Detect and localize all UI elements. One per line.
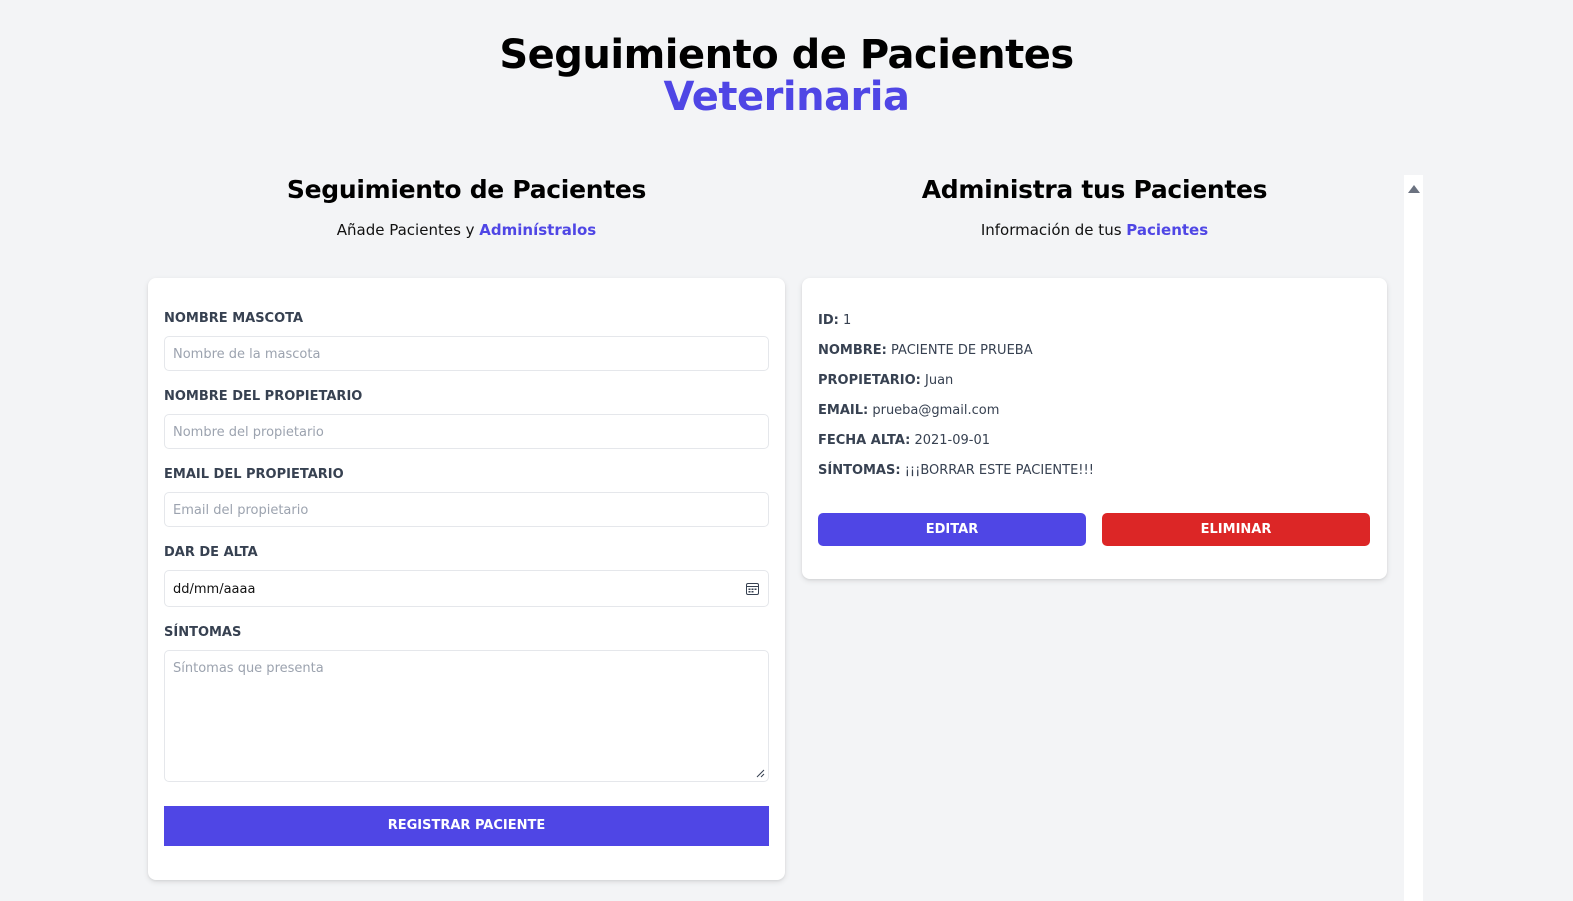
owner-name-field-group: Nombre del Propietario Nombre del propie… <box>164 389 769 449</box>
patient-date-label: Fecha Alta: <box>818 433 911 448</box>
patient-name-row: Nombre: PACIENTE DE PRUEBA <box>818 342 1371 359</box>
list-section-subtitle: Información de tus Pacientes <box>802 221 1387 239</box>
patient-name-value: PACIENTE DE PRUEBA <box>891 343 1033 358</box>
patient-id-value: 1 <box>842 313 852 328</box>
resize-grip-icon[interactable] <box>755 768 765 778</box>
page-header: Seguimiento de Pacientes Veterinaria <box>0 34 1573 118</box>
symptoms-label: Síntomas <box>164 625 242 640</box>
owner-name-input[interactable]: Nombre del propietario <box>164 414 769 449</box>
discharge-date-input[interactable]: dd/mm/aaaa <box>164 570 769 607</box>
patient-id-label: ID: <box>818 313 839 328</box>
form-section-subtitle: Añade Pacientes y Adminístralos <box>148 221 785 239</box>
symptoms-textarea[interactable]: Síntomas que presenta <box>164 650 769 782</box>
owner-email-field-group: Email del Propietario Email del propieta… <box>164 467 769 527</box>
patient-owner-label: Propietario: <box>818 373 921 388</box>
pet-name-label: Nombre Mascota <box>164 311 304 326</box>
list-section-heading: Administra tus Pacientes Información de … <box>802 175 1387 239</box>
patient-email-row: Email: prueba@gmail.com <box>818 402 1371 419</box>
owner-email-label: Email del Propietario <box>164 467 344 482</box>
page-title-accent: Veterinaria <box>663 74 910 120</box>
patient-form: Nombre Mascota Nombre de la mascota Nomb… <box>148 278 785 880</box>
pet-name-input[interactable]: Nombre de la mascota <box>164 336 769 371</box>
discharge-date-label: Dar de Alta <box>164 545 258 560</box>
pet-name-field-group: Nombre Mascota Nombre de la mascota <box>164 311 769 371</box>
form-subtitle-highlight: Adminístralos <box>479 221 597 239</box>
delete-button[interactable]: Eliminar <box>1102 513 1370 546</box>
patient-owner-value: Juan <box>925 373 954 388</box>
patient-symptoms-label: Síntomas: <box>818 463 901 478</box>
discharge-date-field-group: Dar de Alta dd/mm/aaaa <box>164 545 769 607</box>
list-scrollbar[interactable] <box>1404 175 1423 901</box>
patient-email-label: Email: <box>818 403 869 418</box>
patient-symptoms-row: Síntomas: ¡¡¡BORRAR ESTE PACIENTE!!! <box>818 462 1371 479</box>
form-section-heading: Seguimiento de Pacientes Añade Pacientes… <box>148 175 785 239</box>
register-patient-button[interactable]: Registrar Paciente <box>164 806 769 846</box>
form-section-title: Seguimiento de Pacientes <box>286 175 647 204</box>
list-subtitle-text: Información de tus <box>980 221 1127 239</box>
list-subtitle-highlight: Pacientes <box>1126 221 1209 239</box>
patient-email-value: prueba@gmail.com <box>872 403 1000 418</box>
patient-id-row: ID: 1 <box>818 312 1371 329</box>
edit-button[interactable]: Editar <box>818 513 1086 546</box>
owner-name-label: Nombre del Propietario <box>164 389 363 404</box>
patient-card: ID: 1 Nombre: PACIENTE DE PRUEBA Propiet… <box>802 278 1387 579</box>
symptoms-field-group: Síntomas Síntomas que presenta <box>164 625 769 782</box>
calendar-icon[interactable] <box>746 582 759 595</box>
patient-symptoms-value: ¡¡¡BORRAR ESTE PACIENTE!!! <box>904 463 1094 478</box>
patient-owner-row: Propietario: Juan <box>818 372 1371 389</box>
patient-date-row: Fecha Alta: 2021-09-01 <box>818 432 1371 449</box>
page-title: Seguimiento de Pacientes Veterinaria <box>0 34 1573 118</box>
patient-date-value: 2021-09-01 <box>914 433 991 448</box>
owner-email-input[interactable]: Email del propietario <box>164 492 769 527</box>
discharge-date-value: dd/mm/aaaa <box>173 582 256 597</box>
page-title-main: Seguimiento de Pacientes <box>499 32 1074 78</box>
symptoms-placeholder: Síntomas que presenta <box>173 661 324 676</box>
list-section-title: Administra tus Pacientes <box>921 175 1268 204</box>
patient-name-label: Nombre: <box>818 343 887 358</box>
scroll-up-arrow-icon[interactable] <box>1408 185 1420 193</box>
form-subtitle-text: Añade Pacientes y <box>336 221 480 239</box>
